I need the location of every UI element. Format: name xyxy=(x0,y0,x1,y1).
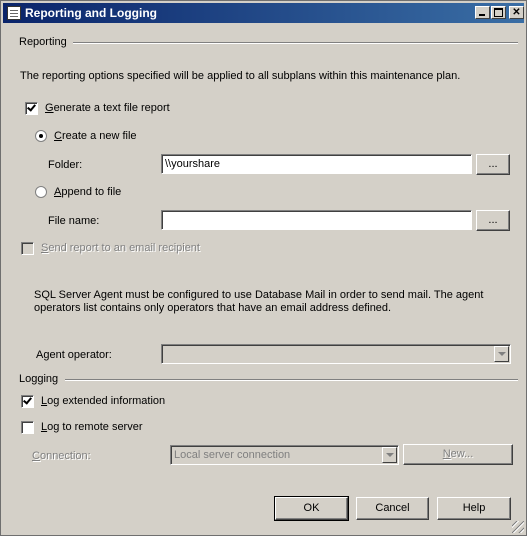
connection-label: Connection: xyxy=(32,450,91,462)
log-extended-checkbox[interactable] xyxy=(21,395,34,408)
connection-value: Local server connection xyxy=(174,449,291,461)
reporting-description: The reporting options specified will be … xyxy=(20,70,461,82)
minimize-icon[interactable] xyxy=(475,6,490,19)
file-name-input[interactable] xyxy=(161,210,472,230)
send-email-checkbox[interactable] xyxy=(21,242,34,255)
folder-input[interactable]: \\yourshare xyxy=(161,154,472,174)
create-new-file-label[interactable]: Create a new file xyxy=(54,130,137,142)
logging-divider xyxy=(65,379,518,381)
generate-text-report-label[interactable]: Generate a text file report xyxy=(45,102,170,114)
title-bar[interactable]: Reporting and Logging ✕ xyxy=(3,3,524,23)
folder-label: Folder: xyxy=(48,159,83,171)
agent-operator-combo[interactable] xyxy=(161,344,511,364)
folder-browse-button[interactable]: ... xyxy=(476,154,510,175)
maximize-icon[interactable] xyxy=(491,6,506,19)
help-button[interactable]: Help xyxy=(437,497,511,520)
log-remote-checkbox[interactable] xyxy=(21,421,34,434)
reporting-group-label: Reporting xyxy=(19,36,67,48)
create-new-file-radio[interactable] xyxy=(35,130,47,142)
connection-dropdown-arrow-icon[interactable] xyxy=(382,447,397,463)
new-connection-button[interactable]: New... xyxy=(403,444,513,465)
generate-text-report-checkbox[interactable] xyxy=(25,102,38,115)
logging-group-label: Logging xyxy=(19,373,59,385)
mail-note-line1: SQL Server Agent must be configured to u… xyxy=(34,289,484,301)
mail-note-line2: operators list contains only operators t… xyxy=(34,302,392,314)
append-to-file-label[interactable]: Append to file xyxy=(54,186,121,198)
agent-operator-label: Agent operator: xyxy=(36,349,112,361)
close-icon[interactable]: ✕ xyxy=(509,6,524,19)
connection-combo[interactable]: Local server connection xyxy=(170,445,399,465)
file-name-browse-button[interactable]: ... xyxy=(476,210,510,231)
append-to-file-radio[interactable] xyxy=(35,186,47,198)
dropdown-arrow-icon[interactable] xyxy=(494,346,509,362)
log-extended-label[interactable]: Log extended information xyxy=(41,395,165,407)
ok-button[interactable]: OK xyxy=(274,496,349,521)
file-name-label: File name: xyxy=(48,215,100,227)
cancel-button[interactable]: Cancel xyxy=(356,497,429,520)
log-remote-label[interactable]: Log to remote server xyxy=(41,421,143,433)
resize-grip-icon[interactable] xyxy=(512,521,524,533)
reporting-divider xyxy=(73,42,518,44)
document-icon xyxy=(7,6,21,20)
send-email-label[interactable]: Send report to an email recipient xyxy=(41,242,200,254)
window-title: Reporting and Logging xyxy=(25,6,157,20)
dialog-window: Reporting and Logging ✕ Reporting The re… xyxy=(0,0,527,536)
